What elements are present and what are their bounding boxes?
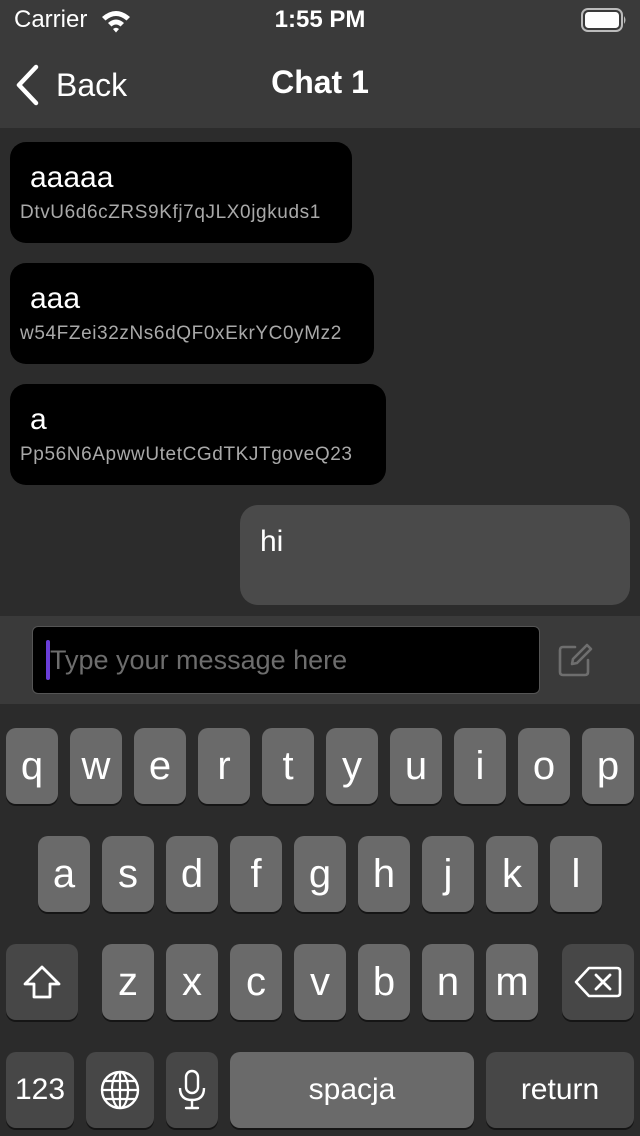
key-r[interactable]: r <box>198 728 250 804</box>
keyboard: q w e r t y u i o p a s d f g h j k l z … <box>0 704 640 1136</box>
key-z[interactable]: z <box>102 944 154 1020</box>
key-j[interactable]: j <box>422 836 474 912</box>
dictation-key[interactable] <box>166 1052 218 1128</box>
message-bubble-incoming: a Pp56N6ApwwUtetCGdTKJTgoveQ23 <box>10 384 386 485</box>
message-text: a <box>30 403 47 436</box>
status-time: 1:55 PM <box>274 6 366 33</box>
message-sender-id: Pp56N6ApwwUtetCGdTKJTgoveQ23 <box>20 444 353 465</box>
key-f[interactable]: f <box>230 836 282 912</box>
key-q[interactable]: q <box>6 728 58 804</box>
globe-icon <box>100 1070 140 1110</box>
key-l[interactable]: l <box>550 836 602 912</box>
key-s[interactable]: s <box>102 836 154 912</box>
key-e[interactable]: e <box>134 728 186 804</box>
message-text: aaa <box>30 282 81 315</box>
key-g[interactable]: g <box>294 836 346 912</box>
message-text: aaaaa <box>30 161 114 194</box>
battery-icon <box>581 8 626 32</box>
globe-key[interactable] <box>86 1052 154 1128</box>
key-c[interactable]: c <box>230 944 282 1020</box>
key-p[interactable]: p <box>582 728 634 804</box>
message-bubble-incoming: aaaaa DtvU6d6cZRS9Kfj7qJLX0jgkuds1 <box>10 142 352 243</box>
key-i[interactable]: i <box>454 728 506 804</box>
key-k[interactable]: k <box>486 836 538 912</box>
key-x[interactable]: x <box>166 944 218 1020</box>
message-text: hi <box>260 525 284 558</box>
message-sender-id: DtvU6d6cZRS9Kfj7qJLX0jgkuds1 <box>20 202 321 223</box>
key-h[interactable]: h <box>358 836 410 912</box>
key-y[interactable]: y <box>326 728 378 804</box>
compose-icon[interactable] <box>557 642 593 678</box>
message-sender-id: w54FZei32zNs6dQF0xEkrYC0yMz2 <box>20 323 342 344</box>
space-key[interactable]: spacja <box>230 1052 474 1128</box>
key-b[interactable]: b <box>358 944 410 1020</box>
message-bubble-outgoing: hi <box>240 505 630 605</box>
shift-key[interactable] <box>6 944 78 1020</box>
key-o[interactable]: o <box>518 728 570 804</box>
delete-key[interactable] <box>562 944 634 1020</box>
key-a[interactable]: a <box>38 836 90 912</box>
page-title: Chat 1 <box>271 64 369 100</box>
message-input[interactable]: Type your message here <box>32 626 540 694</box>
return-key[interactable]: return <box>486 1052 634 1128</box>
message-input-bar: Type your message here <box>0 616 640 704</box>
key-t[interactable]: t <box>262 728 314 804</box>
microphone-icon <box>178 1069 206 1110</box>
key-n[interactable]: n <box>422 944 474 1020</box>
key-w[interactable]: w <box>70 728 122 804</box>
navigation-bar: Carrier 1:55 PM Back Chat 1 <box>0 0 640 128</box>
key-m[interactable]: m <box>486 944 538 1020</box>
key-u[interactable]: u <box>390 728 442 804</box>
message-bubble-incoming: aaa w54FZei32zNs6dQF0xEkrYC0yMz2 <box>10 263 374 364</box>
message-list[interactable]: aaaaa DtvU6d6cZRS9Kfj7qJLX0jgkuds1 aaa w… <box>0 128 640 616</box>
delete-icon <box>574 966 622 998</box>
message-input-placeholder: Type your message here <box>50 645 348 675</box>
numbers-key[interactable]: 123 <box>6 1052 74 1128</box>
key-v[interactable]: v <box>294 944 346 1020</box>
shift-icon <box>23 965 61 999</box>
key-d[interactable]: d <box>166 836 218 912</box>
